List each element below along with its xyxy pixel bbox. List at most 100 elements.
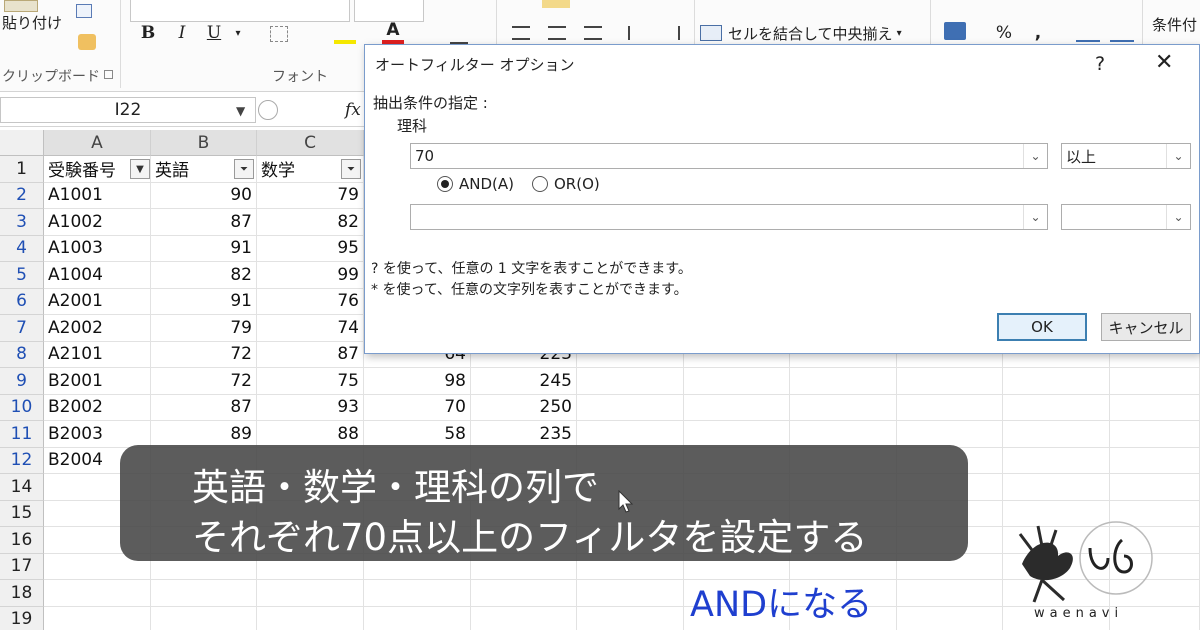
conditional-format-button-label[interactable]: 条件付: [1152, 14, 1197, 35]
grid-cell[interactable]: 70: [364, 394, 471, 421]
grid-cell[interactable]: [1110, 394, 1200, 421]
fill-color-icon[interactable]: [334, 24, 356, 44]
grid-cell[interactable]: [577, 606, 684, 630]
grid-cell[interactable]: 89: [151, 421, 257, 448]
decrease-decimal-icon[interactable]: [1110, 22, 1134, 42]
grid-cell[interactable]: 99: [257, 262, 364, 289]
grid-cell[interactable]: [1003, 394, 1110, 421]
grid-cell[interactable]: [1110, 474, 1200, 501]
grid-cell[interactable]: [471, 606, 577, 630]
grid-cell[interactable]: [897, 421, 1003, 448]
row-header[interactable]: 11: [0, 421, 44, 448]
grid-cell[interactable]: 74: [257, 315, 364, 342]
row-header[interactable]: 3: [0, 209, 44, 236]
close-icon[interactable]: ✕: [1155, 50, 1173, 75]
currency-icon[interactable]: [944, 22, 966, 40]
grid-cell[interactable]: [1110, 447, 1200, 474]
grid-cell[interactable]: 72: [151, 341, 257, 368]
criteria-value-1[interactable]: 70 ⌄: [410, 143, 1048, 169]
grid-cell[interactable]: 88: [257, 421, 364, 448]
grid-cell[interactable]: 87: [151, 209, 257, 236]
grid-cell[interactable]: A2002: [44, 315, 151, 342]
grid-cell[interactable]: A1001: [44, 182, 151, 209]
grid-cell[interactable]: [257, 606, 364, 630]
grid-cell[interactable]: [790, 421, 897, 448]
grid-cell[interactable]: 235: [471, 421, 577, 448]
grid-cell[interactable]: [790, 394, 897, 421]
column-header-c[interactable]: C: [257, 130, 364, 156]
operator-select-1[interactable]: 以上 ⌄: [1061, 143, 1191, 169]
italic-button[interactable]: I: [172, 22, 192, 44]
paste-icon[interactable]: [4, 0, 38, 12]
grid-cell[interactable]: [257, 580, 364, 607]
grid-cell[interactable]: 76: [257, 288, 364, 315]
row-header[interactable]: 2: [0, 182, 44, 209]
chevron-down-icon[interactable]: ⌄: [1166, 205, 1190, 229]
row-header[interactable]: 18: [0, 580, 44, 607]
insert-function-button[interactable]: fx: [345, 100, 361, 120]
wrap-text-icon[interactable]: [542, 0, 570, 8]
grid-cell[interactable]: 98: [364, 368, 471, 395]
grid-cell[interactable]: [1003, 447, 1110, 474]
grid-cell[interactable]: [1003, 474, 1110, 501]
grid-cell[interactable]: [364, 606, 471, 630]
formula-bar-resize-icon[interactable]: [258, 100, 278, 120]
grid-cell[interactable]: A2001: [44, 288, 151, 315]
row-header[interactable]: 1: [0, 156, 44, 183]
select-all-corner[interactable]: [0, 130, 44, 156]
grid-cell[interactable]: 93: [257, 394, 364, 421]
grid-cell[interactable]: 250: [471, 394, 577, 421]
grid-cell[interactable]: 58: [364, 421, 471, 448]
grid-cell[interactable]: [897, 394, 1003, 421]
grid-cell[interactable]: [44, 580, 151, 607]
grid-cell[interactable]: [577, 421, 684, 448]
increase-indent-icon[interactable]: [662, 26, 680, 40]
grid-cell[interactable]: 72: [151, 368, 257, 395]
row-header[interactable]: 8: [0, 341, 44, 368]
grid-cell[interactable]: [151, 580, 257, 607]
grid-cell[interactable]: 82: [151, 262, 257, 289]
merge-center-button[interactable]: セルを結合して中央揃え ▾: [700, 20, 920, 46]
grid-cell[interactable]: B2003: [44, 421, 151, 448]
grid-cell[interactable]: 79: [257, 182, 364, 209]
grid-cell[interactable]: B2002: [44, 394, 151, 421]
row-header[interactable]: 17: [0, 553, 44, 580]
align-left-icon[interactable]: [512, 26, 530, 40]
row-header[interactable]: 6: [0, 288, 44, 315]
grid-cell[interactable]: A1004: [44, 262, 151, 289]
decrease-indent-icon[interactable]: [628, 26, 646, 40]
grid-cell[interactable]: A1003: [44, 235, 151, 262]
grid-cell[interactable]: 75: [257, 368, 364, 395]
grid-cell[interactable]: [364, 580, 471, 607]
grid-cell[interactable]: [1110, 368, 1200, 395]
grid-cell[interactable]: [684, 421, 790, 448]
paste-button-label[interactable]: 貼り付け: [2, 12, 62, 33]
phonetic-icon[interactable]: [450, 22, 468, 44]
filter-button-c[interactable]: ⏷: [341, 159, 361, 179]
grid-cell[interactable]: A1002: [44, 209, 151, 236]
font-name-box[interactable]: [130, 0, 350, 22]
column-header-a[interactable]: A: [44, 130, 151, 156]
increase-decimal-icon[interactable]: [1076, 22, 1100, 42]
grid-cell[interactable]: 245: [471, 368, 577, 395]
help-icon[interactable]: ?: [1095, 53, 1105, 75]
chevron-down-icon[interactable]: ▼: [236, 104, 245, 118]
dialog-launcher-icon[interactable]: [104, 70, 113, 79]
chevron-down-icon[interactable]: ⌄: [1166, 144, 1190, 168]
grid-cell[interactable]: 79: [151, 315, 257, 342]
filter-dropdown-a[interactable]: ▼: [130, 159, 150, 179]
grid-cell[interactable]: [577, 368, 684, 395]
chevron-down-icon[interactable]: ⌄: [1023, 144, 1047, 168]
align-right-icon[interactable]: [584, 26, 602, 40]
grid-cell[interactable]: [44, 606, 151, 630]
underline-button[interactable]: U: [204, 22, 224, 44]
or-radio-label[interactable]: OR(O): [554, 175, 600, 193]
grid-cell[interactable]: [684, 368, 790, 395]
ok-button[interactable]: OK: [997, 313, 1087, 341]
cancel-button[interactable]: キャンセル: [1101, 313, 1191, 341]
percent-button[interactable]: %: [994, 22, 1014, 44]
and-radio[interactable]: [437, 176, 453, 192]
column-header-b[interactable]: B: [151, 130, 257, 156]
grid-cell[interactable]: [151, 606, 257, 630]
grid-cell[interactable]: [1110, 421, 1200, 448]
